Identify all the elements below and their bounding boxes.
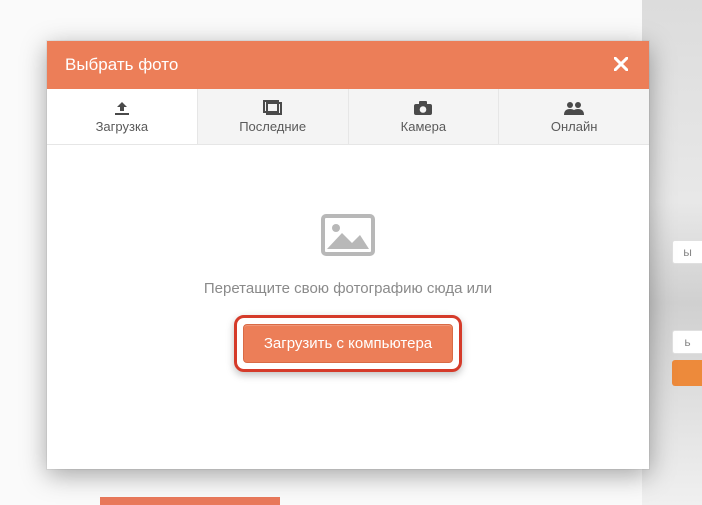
tab-upload[interactable]: Загрузка [47,89,198,144]
modal-title: Выбрать фото [65,55,178,75]
tab-label: Камера [401,119,446,134]
tab-bar: Загрузка Последние Камера Онлайн [47,89,649,145]
tab-label: Онлайн [551,119,598,134]
upload-button-highlight: Загрузить с компьютера [234,315,462,372]
close-button[interactable] [609,53,633,77]
upload-drop-area[interactable]: Перетащите свою фотографию сюда или Загр… [47,145,649,469]
tab-online[interactable]: Онлайн [499,89,649,144]
upload-icon [112,100,132,116]
background-footer-bar [100,497,280,505]
tab-camera[interactable]: Камера [349,89,500,144]
modal-header: Выбрать фото [47,41,649,89]
online-icon [562,100,586,116]
background-chip-orange [672,360,702,386]
background-chip: ь [672,330,702,354]
tab-recent[interactable]: Последние [198,89,349,144]
photo-picker-modal: Выбрать фото Загрузка Последние Камера [47,41,649,469]
close-icon [614,54,628,77]
drop-instruction-text: Перетащите свою фотографию сюда или [204,280,492,297]
tab-label: Последние [239,119,306,134]
tab-label: Загрузка [96,119,149,134]
recent-icon [262,100,284,116]
background-chip: ы [672,240,702,264]
camera-icon [412,100,434,116]
upload-from-computer-button[interactable]: Загрузить с компьютера [243,324,453,363]
image-placeholder-icon [320,213,376,262]
